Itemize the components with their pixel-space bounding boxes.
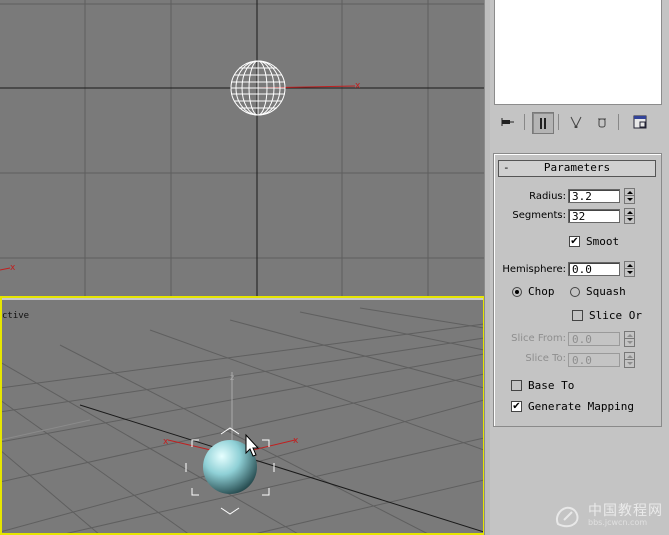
rollout-title: Parameters xyxy=(543,161,611,174)
axis-x-label-right: x xyxy=(293,436,299,446)
radius-label: Radius: xyxy=(529,191,566,202)
segments-label: Segments: xyxy=(512,210,566,221)
chop-label: Chop xyxy=(528,285,555,298)
show-end-result-icon[interactable] xyxy=(532,112,554,134)
smooth-checkbox[interactable]: ✔ xyxy=(569,236,580,247)
top-viewport-grid: x x xyxy=(0,0,484,296)
smooth-label: Smoot xyxy=(586,235,620,248)
modifier-stack-toolbar xyxy=(496,110,662,134)
watermark-url: bbs.jcwcn.com xyxy=(588,518,648,527)
left-axis-x-label: x xyxy=(10,263,16,273)
remove-modifier-icon[interactable] xyxy=(592,112,612,132)
segments-input[interactable]: 32 xyxy=(568,209,620,223)
perspective-viewport[interactable]: ctive z x x xyxy=(0,300,484,535)
perspective-viewport-label: ctive xyxy=(2,311,29,321)
watermark-logo-icon xyxy=(556,506,579,528)
generate-mapping-label: Generate Mapping xyxy=(528,400,634,413)
slice-on-label: Slice Or xyxy=(589,309,642,322)
base-to-pivot-label: Base To xyxy=(528,379,575,392)
watermark: 中国教程网 bbs.jcwcn.com xyxy=(550,500,666,532)
segments-spinner[interactable] xyxy=(624,208,635,224)
base-to-pivot-checkbox[interactable] xyxy=(511,380,522,391)
slice-on-checkbox[interactable] xyxy=(572,310,583,321)
slice-from-spinner[interactable] xyxy=(624,331,635,347)
squash-label: Squash xyxy=(586,285,626,298)
chop-radio[interactable] xyxy=(512,287,522,297)
perspective-grid: ctive z x x xyxy=(0,307,484,535)
hemisphere-label: Hemisphere: xyxy=(502,264,566,275)
pin-stack-icon[interactable] xyxy=(498,112,518,132)
radius-spinner[interactable] xyxy=(624,188,635,204)
slice-to-spinner[interactable] xyxy=(624,352,635,368)
watermark-brand: 中国教程网 xyxy=(588,503,663,519)
generate-mapping-checkbox[interactable]: ✔ xyxy=(511,401,522,412)
axis-x-label-left: x xyxy=(163,437,169,447)
slice-to-label: Slice To: xyxy=(525,353,566,364)
hemisphere-input[interactable]: 0.0 xyxy=(568,262,620,276)
top-axis-x-label: x xyxy=(355,81,361,91)
squash-radio[interactable] xyxy=(570,287,580,297)
hemisphere-spinner[interactable] xyxy=(624,261,635,277)
make-unique-icon[interactable] xyxy=(566,112,586,132)
configure-modifier-sets-icon[interactable] xyxy=(630,112,650,132)
radius-input[interactable]: 3.2 xyxy=(568,189,620,203)
slice-from-label: Slice From: xyxy=(511,333,566,344)
top-viewport[interactable]: x x xyxy=(0,0,484,296)
modifier-stack-list[interactable] xyxy=(494,0,662,105)
wireframe-sphere xyxy=(230,60,286,116)
slice-from-input[interactable]: 0.0 xyxy=(568,332,620,346)
slice-to-input[interactable]: 0.0 xyxy=(568,353,620,367)
parameters-rollout-header[interactable]: - Parameters xyxy=(498,160,656,177)
axis-z-label: z xyxy=(230,373,234,382)
